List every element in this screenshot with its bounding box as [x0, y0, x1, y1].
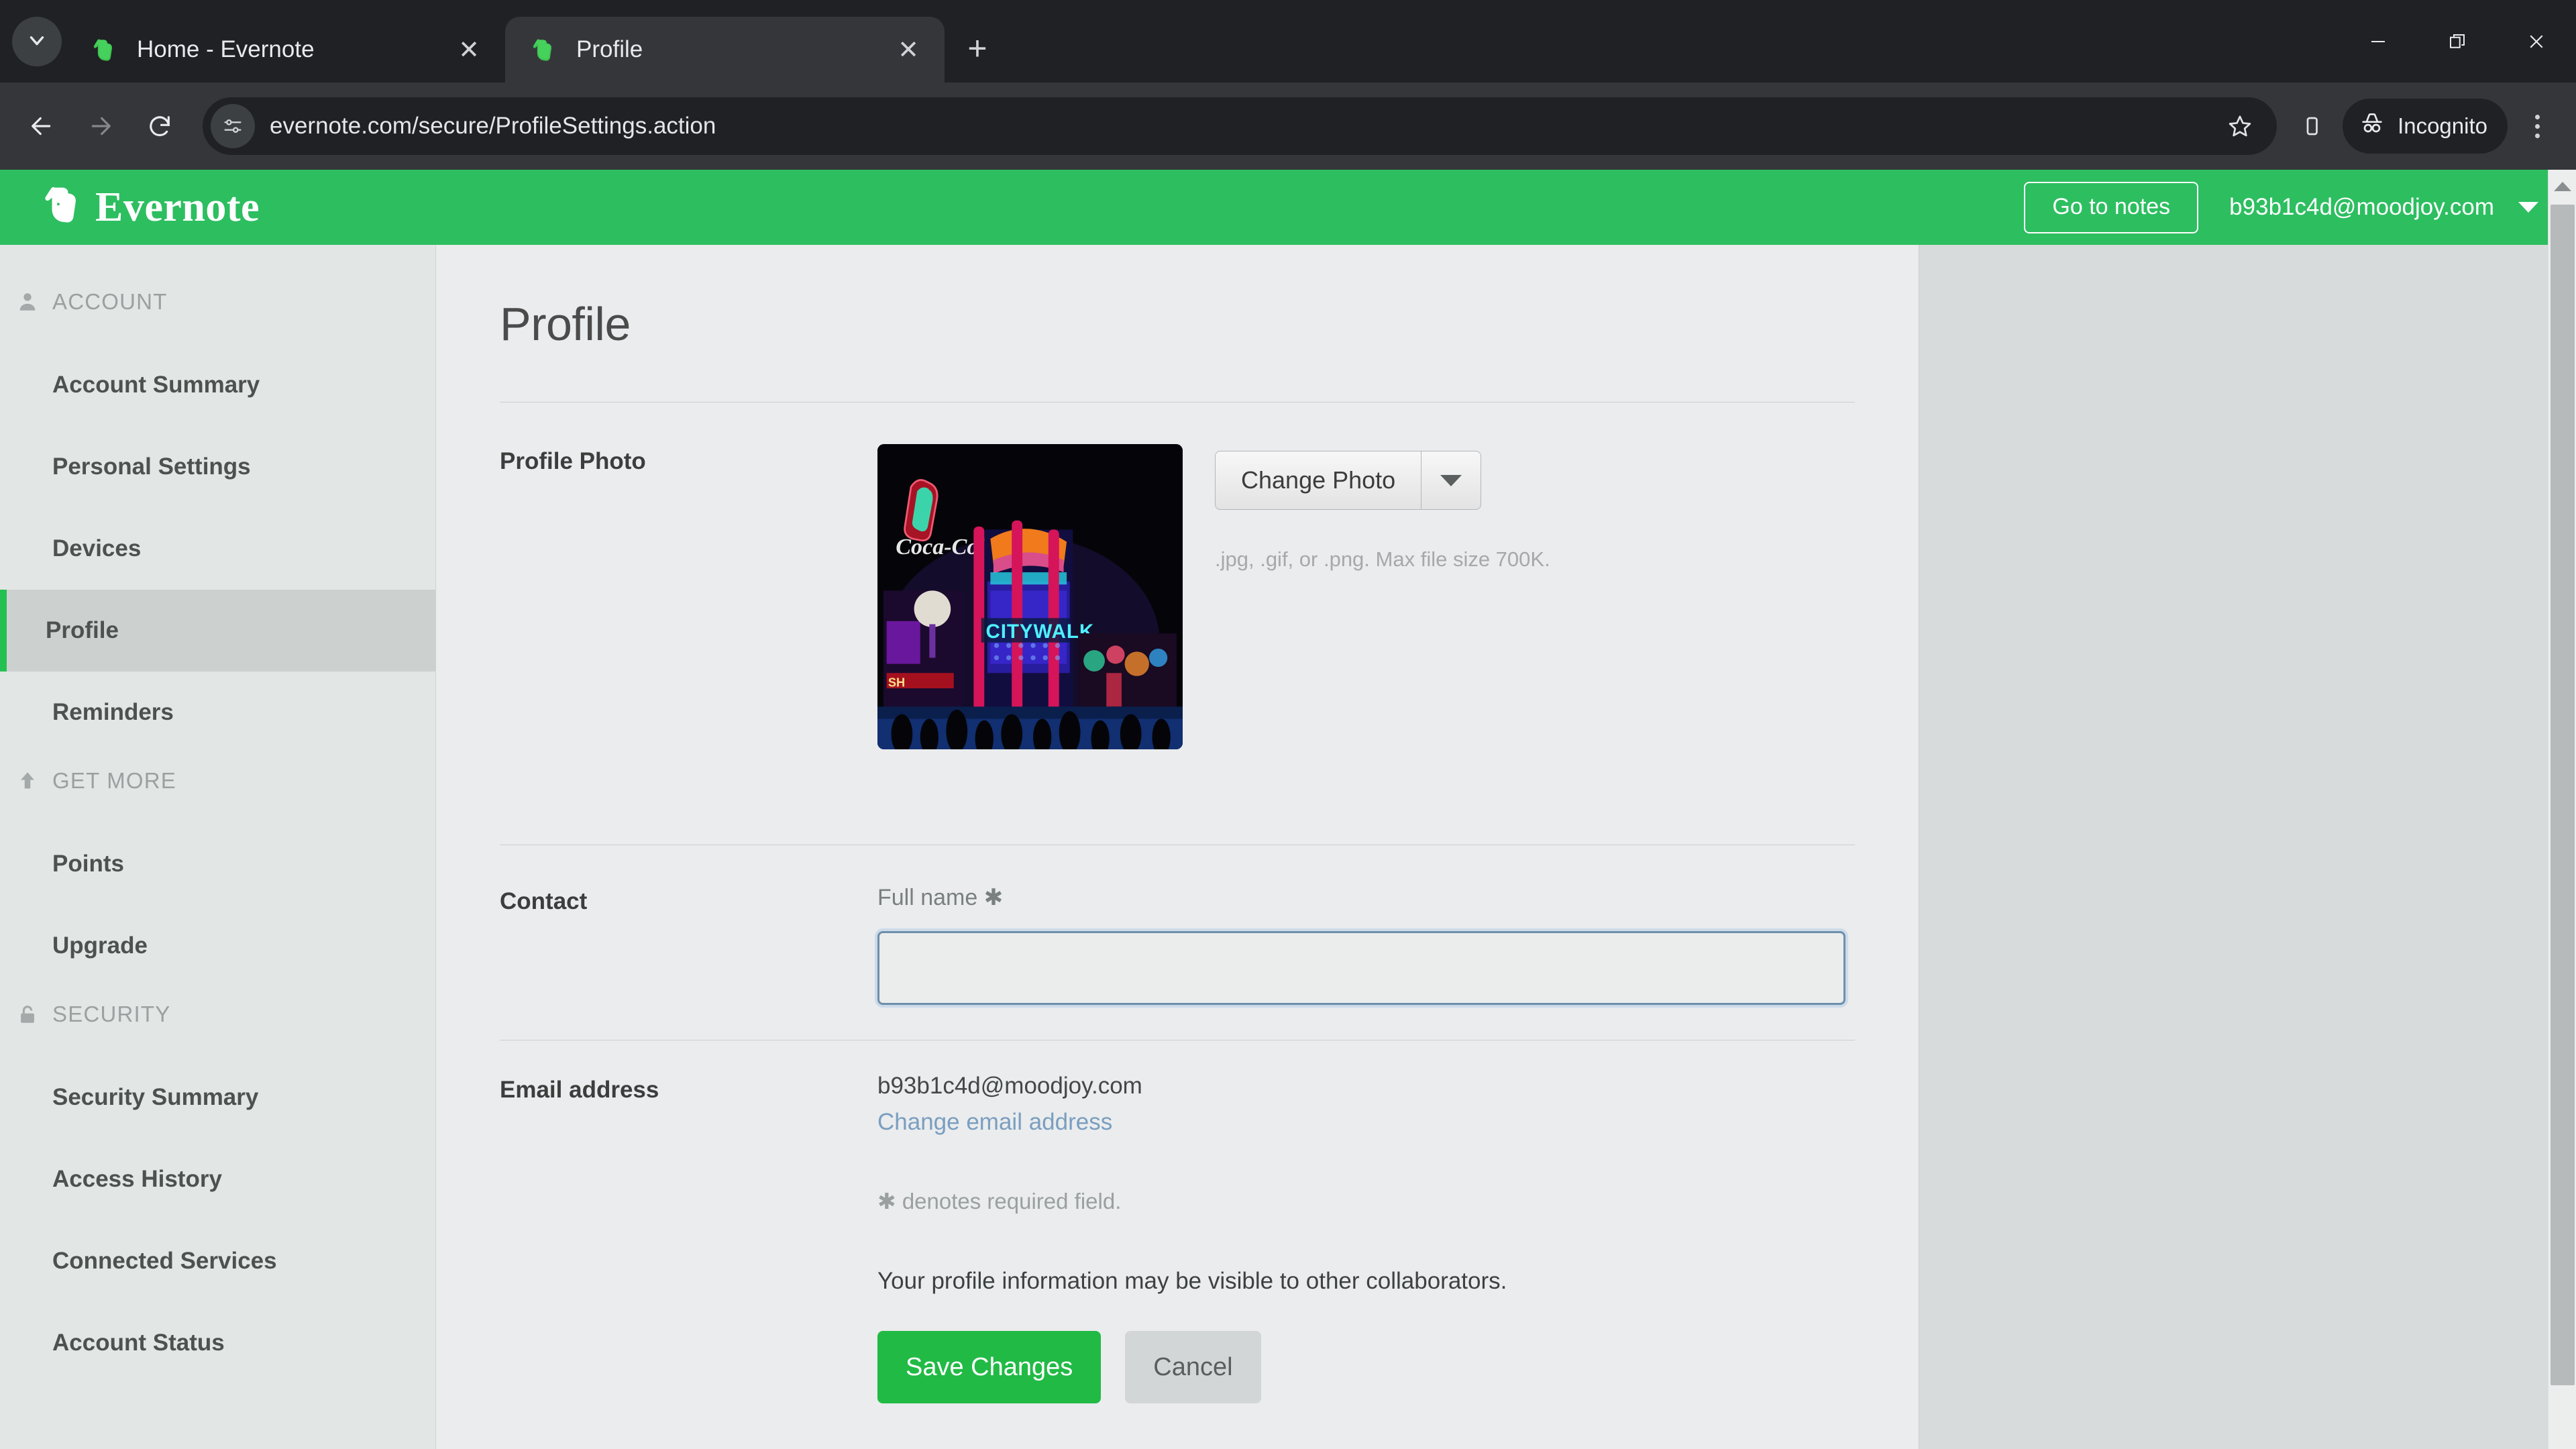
- evernote-elephant-icon: [89, 35, 118, 64]
- page-viewport: Evernote Go to notes b93b1c4d@moodjoy.co…: [0, 170, 2576, 1449]
- change-email-address-link[interactable]: Change email address: [877, 1109, 1112, 1135]
- sidebar-group-get-more: GET MORE: [0, 768, 435, 794]
- sidebar-item-personal-settings[interactable]: Personal Settings: [0, 426, 435, 508]
- required-asterisk: ✱: [983, 885, 1004, 910]
- email-address-label: Email address: [500, 1077, 659, 1103]
- forward-button[interactable]: [72, 98, 129, 154]
- sidebar-item-access-history[interactable]: Access History: [0, 1138, 435, 1220]
- contact-row: Contact Full name ✱: [500, 845, 1855, 1040]
- back-button[interactable]: [13, 98, 70, 154]
- sidebar-item-profile[interactable]: Profile: [0, 590, 435, 672]
- content-outer: Profile Profile Photo Coca-Cola CITYWALK…: [436, 245, 2576, 1449]
- browser-window: Home - Evernote ✕ Profile ✕ + evernote.c…: [0, 0, 2576, 1449]
- full-name-label-text: Full name: [877, 885, 978, 910]
- sidebar-item-reminders[interactable]: Reminders: [0, 672, 435, 753]
- restore-icon[interactable]: [2418, 0, 2497, 83]
- photo-requirements-hint: .jpg, .gif, or .png. Max file size 700K.: [1215, 547, 1550, 571]
- incognito-hat-icon: [2359, 110, 2398, 142]
- sidebar-item-upgrade[interactable]: Upgrade: [0, 905, 435, 987]
- email-field: b93b1c4d@moodjoy.com Change email addres…: [877, 1073, 1855, 1403]
- side-panel-icon[interactable]: [2285, 99, 2339, 153]
- evernote-wordmark: Evernote: [95, 184, 260, 230]
- sidebar-item-account-summary[interactable]: Account Summary: [0, 344, 435, 426]
- profile-photo-thumbnail[interactable]: Coca-Cola CITYWALK SH: [877, 444, 1183, 749]
- header-right-group: Go to notes b93b1c4d@moodjoy.com: [2024, 181, 2538, 233]
- star-icon[interactable]: [2216, 103, 2263, 150]
- evernote-logo[interactable]: Evernote: [39, 183, 260, 231]
- svg-text:CITYWALK: CITYWALK: [986, 621, 1095, 643]
- close-icon[interactable]: [2497, 0, 2576, 83]
- browser-tab-profile[interactable]: Profile ✕: [505, 17, 945, 83]
- full-name-label: Full name ✱: [877, 884, 1855, 911]
- sidebar-item-account-status[interactable]: Account Status: [0, 1302, 435, 1384]
- browser-toolbar: evernote.com/secure/ProfileSettings.acti…: [0, 83, 2576, 170]
- profile-visibility-note: Your profile information may be visible …: [877, 1268, 1507, 1294]
- scroll-up-arrow[interactable]: [2548, 170, 2576, 203]
- evernote-elephant-logo: [39, 183, 80, 231]
- page-title: Profile: [500, 298, 631, 350]
- go-to-notes-button[interactable]: Go to notes: [2024, 181, 2199, 233]
- lock-icon: [9, 1003, 46, 1026]
- profile-photo-field: Coca-Cola CITYWALK SH Change Photo .jpg,…: [877, 444, 1855, 749]
- sidebar-group-label: SECURITY: [52, 1002, 171, 1026]
- profile-photo-label: Profile Photo: [500, 448, 646, 474]
- address-bar[interactable]: evernote.com/secure/ProfileSettings.acti…: [203, 97, 2277, 155]
- contact-field: Full name ✱: [877, 884, 1855, 1040]
- scrollbar-thumb[interactable]: [2551, 205, 2575, 1385]
- reload-button[interactable]: [131, 98, 188, 154]
- up-arrow-icon: [9, 769, 46, 792]
- email-address-value: b93b1c4d@moodjoy.com: [877, 1073, 1142, 1099]
- new-tab-button[interactable]: +: [954, 25, 1001, 72]
- account-email-label[interactable]: b93b1c4d@moodjoy.com: [2229, 194, 2494, 221]
- sidebar-item-devices[interactable]: Devices: [0, 508, 435, 590]
- tab-search-button[interactable]: [12, 17, 62, 66]
- sidebar-group-security: SECURITY: [0, 1002, 435, 1027]
- incognito-indicator[interactable]: Incognito: [2343, 99, 2508, 154]
- window-controls: [2339, 0, 2576, 83]
- browser-tab-home[interactable]: Home - Evernote ✕: [66, 17, 505, 83]
- sidebar-group-account: ACCOUNT: [0, 289, 435, 315]
- tab-strip: Home - Evernote ✕ Profile ✕ +: [0, 0, 2576, 83]
- contact-label: Contact: [500, 888, 588, 914]
- svg-text:SH: SH: [888, 676, 905, 690]
- vertical-scrollbar[interactable]: [2548, 170, 2576, 1449]
- email-row: Email address b93b1c4d@moodjoy.com Chang…: [500, 1040, 1855, 1403]
- evernote-header: Evernote Go to notes b93b1c4d@moodjoy.co…: [0, 170, 2576, 245]
- full-name-input[interactable]: [877, 931, 1845, 1005]
- settings-sidebar: ACCOUNT Account Summary Personal Setting…: [0, 245, 436, 1449]
- person-icon: [9, 290, 46, 313]
- chevron-down-icon[interactable]: [2518, 202, 2538, 213]
- evernote-elephant-icon: [528, 35, 557, 64]
- chevron-down-icon: [25, 29, 48, 55]
- incognito-label: Incognito: [2398, 113, 2487, 138]
- required-field-note: ✱ denotes required field.: [877, 1189, 1122, 1214]
- sidebar-group-label: GET MORE: [52, 768, 177, 793]
- tab-title: Home - Evernote: [137, 36, 315, 62]
- profile-settings-panel: Profile Profile Photo Coca-Cola CITYWALK…: [436, 245, 1919, 1449]
- url-text: evernote.com/secure/ProfileSettings.acti…: [270, 113, 716, 139]
- close-tab-icon[interactable]: ✕: [890, 31, 927, 68]
- cancel-button[interactable]: Cancel: [1125, 1331, 1261, 1403]
- save-changes-button[interactable]: Save Changes: [877, 1331, 1102, 1403]
- photo-controls: Change Photo .jpg, .gif, or .png. Max fi…: [1215, 444, 1550, 749]
- site-settings-sliders-icon[interactable]: [211, 104, 255, 148]
- sidebar-item-security-summary[interactable]: Security Summary: [0, 1057, 435, 1138]
- form-actions: Save Changes Cancel: [877, 1331, 1855, 1403]
- profile-photo-row: Profile Photo Coca-Cola CITYWALK SH Chan…: [500, 402, 1855, 794]
- minimize-icon[interactable]: [2339, 0, 2418, 83]
- sidebar-item-connected-services[interactable]: Connected Services: [0, 1220, 435, 1302]
- change-photo-split-button[interactable]: Change Photo: [1215, 451, 1482, 510]
- sidebar-group-label: ACCOUNT: [52, 289, 168, 314]
- close-tab-icon[interactable]: ✕: [450, 31, 488, 68]
- three-dot-menu-icon[interactable]: [2512, 97, 2563, 155]
- page-background-filler: [1919, 245, 2576, 1449]
- page-body: ACCOUNT Account Summary Personal Setting…: [0, 245, 2576, 1449]
- tab-title: Profile: [576, 36, 643, 62]
- change-photo-button[interactable]: Change Photo: [1216, 451, 1422, 509]
- sidebar-item-points[interactable]: Points: [0, 823, 435, 905]
- chevron-down-icon[interactable]: [1421, 451, 1481, 509]
